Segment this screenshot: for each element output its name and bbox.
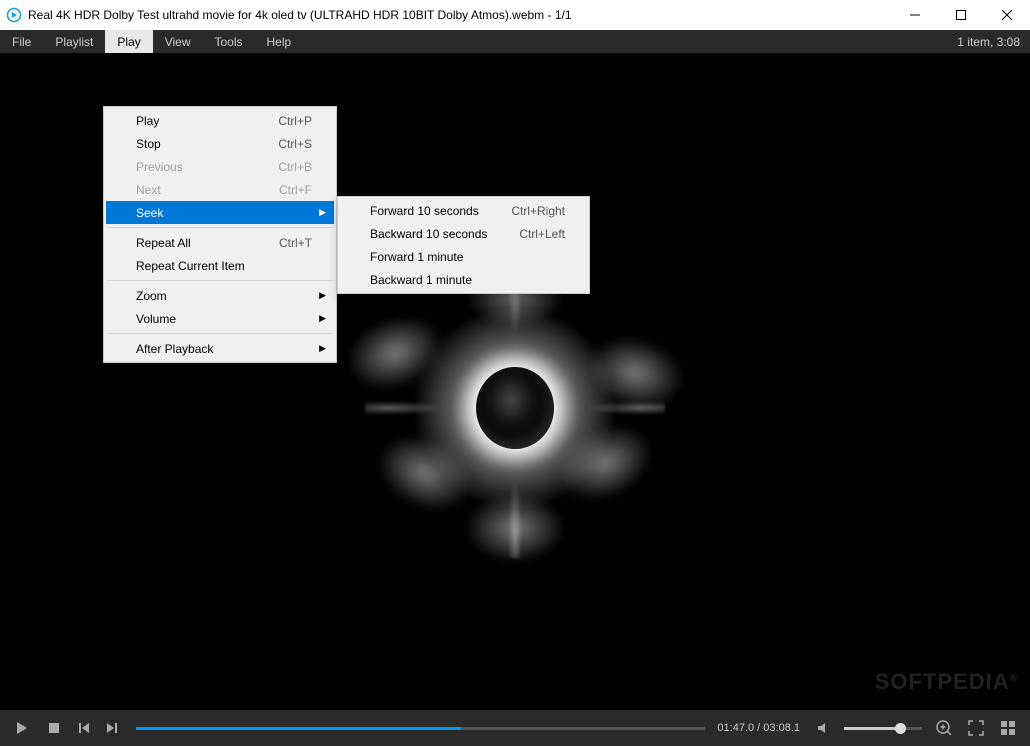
submenu-arrow-icon: ▶ — [319, 207, 326, 218]
grid-view-button[interactable] — [992, 710, 1024, 746]
menu-item-next: NextCtrl+F — [106, 178, 334, 201]
video-content — [355, 248, 675, 568]
zoom-in-button[interactable] — [928, 710, 960, 746]
play-button[interactable] — [6, 710, 38, 746]
menu-item-forward-1m[interactable]: Forward 1 minute — [340, 245, 587, 268]
window-title: Real 4K HDR Dolby Test ultrahd movie for… — [28, 8, 892, 22]
menu-item-repeat-current[interactable]: Repeat Current Item — [106, 254, 334, 277]
watermark: SOFTPEDIA® — [875, 669, 1018, 695]
menu-help[interactable]: Help — [255, 30, 304, 53]
volume-slider[interactable] — [838, 710, 928, 746]
menu-item-repeat-all[interactable]: Repeat AllCtrl+T — [106, 231, 334, 254]
window-titlebar: Real 4K HDR Dolby Test ultrahd movie for… — [0, 0, 1030, 30]
playlist-status: 1 item, 3:08 — [947, 30, 1030, 53]
play-dropdown: PlayCtrl+P StopCtrl+S PreviousCtrl+B Nex… — [103, 106, 337, 363]
menu-play[interactable]: Play — [105, 30, 152, 53]
maximize-button[interactable] — [938, 0, 984, 30]
time-display: 01:47.0 / 03:08.1 — [713, 722, 810, 734]
close-button[interactable] — [984, 0, 1030, 30]
menu-item-backward-1m[interactable]: Backward 1 minute — [340, 268, 587, 291]
video-viewport[interactable]: SOFTPEDIA® PlayCtrl+P StopCtrl+S Previou… — [0, 53, 1030, 710]
submenu-arrow-icon: ▶ — [319, 343, 326, 354]
menu-playlist[interactable]: Playlist — [43, 30, 105, 53]
fullscreen-button[interactable] — [960, 710, 992, 746]
menu-item-forward-10s[interactable]: Forward 10 secondsCtrl+Right — [340, 199, 587, 222]
menu-item-previous: PreviousCtrl+B — [106, 155, 334, 178]
menu-separator — [107, 227, 333, 228]
window-controls — [892, 0, 1030, 30]
submenu-arrow-icon: ▶ — [319, 290, 326, 301]
seek-submenu: Forward 10 secondsCtrl+Right Backward 10… — [337, 196, 590, 294]
menu-item-seek[interactable]: Seek▶ — [106, 201, 334, 224]
menu-item-zoom[interactable]: Zoom▶ — [106, 284, 334, 307]
submenu-arrow-icon: ▶ — [319, 313, 326, 324]
next-button[interactable] — [98, 710, 126, 746]
menu-item-stop[interactable]: StopCtrl+S — [106, 132, 334, 155]
menu-separator — [107, 333, 333, 334]
stop-button[interactable] — [38, 710, 70, 746]
previous-button[interactable] — [70, 710, 98, 746]
playback-controls: 01:47.0 / 03:08.1 — [0, 710, 1030, 746]
menu-item-backward-10s[interactable]: Backward 10 secondsCtrl+Left — [340, 222, 587, 245]
menu-item-volume[interactable]: Volume▶ — [106, 307, 334, 330]
menu-item-after-playback[interactable]: After Playback▶ — [106, 337, 334, 360]
minimize-button[interactable] — [892, 0, 938, 30]
app-icon — [6, 7, 22, 23]
menubar: File Playlist Play View Tools Help 1 ite… — [0, 30, 1030, 53]
seek-bar[interactable] — [126, 710, 713, 746]
menu-file[interactable]: File — [0, 30, 43, 53]
menu-view[interactable]: View — [153, 30, 203, 53]
menu-item-play[interactable]: PlayCtrl+P — [106, 109, 334, 132]
mute-button[interactable] — [810, 710, 838, 746]
menu-tools[interactable]: Tools — [203, 30, 255, 53]
menu-separator — [107, 280, 333, 281]
